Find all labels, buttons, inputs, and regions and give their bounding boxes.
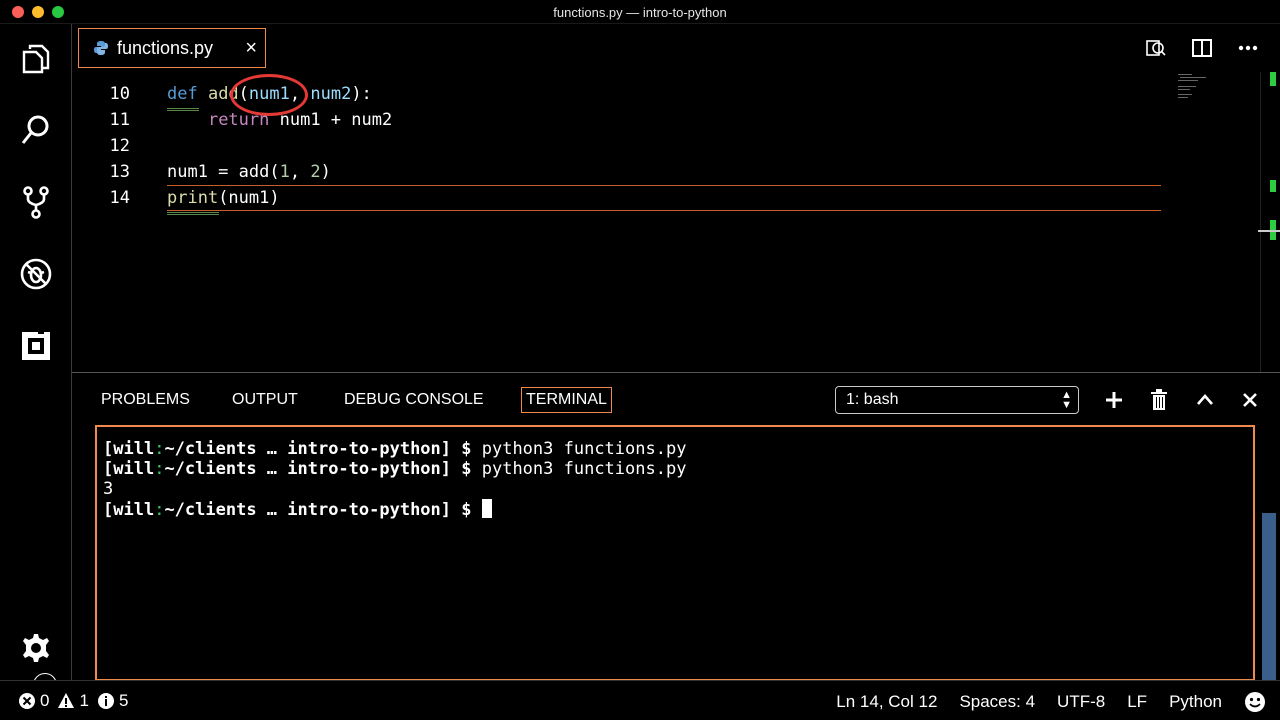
source-control-icon (23, 186, 49, 219)
code-line[interactable]: 14 print(num1) (72, 185, 1162, 211)
terminal-cursor (481, 499, 492, 518)
close-icon (1243, 393, 1257, 407)
tab-functions-py[interactable]: functions.py × (78, 28, 266, 68)
title-bar: functions.py — intro-to-python (0, 0, 1280, 24)
terminal-select[interactable]: 1: bash ▲ ▼ (835, 386, 1079, 414)
terminal-line: [will:~/clients … intro-to-python] $ pyt… (103, 459, 687, 479)
close-panel-button[interactable] (1239, 389, 1261, 411)
line-number: 12 (109, 136, 130, 156)
code-line[interactable]: 12 (72, 133, 1162, 159)
maximize-panel-button[interactable] (1194, 389, 1216, 411)
tab-problems[interactable]: PROBLEMS (101, 391, 190, 409)
terminal-line: 3 (103, 479, 114, 499)
settings-button[interactable] (16, 628, 56, 668)
error-count: 0 (40, 691, 50, 710)
terminal-line: [will:~/clients … intro-to-python] $ (103, 499, 1247, 520)
terminal-output[interactable]: [will:~/clients … intro-to-python] $ pyt… (95, 425, 1255, 681)
activity-bar: 1 (0, 24, 72, 697)
select-arrows-icon: ▲ ▼ (1061, 389, 1072, 411)
tab-close-button[interactable]: × (245, 37, 257, 59)
code-editor[interactable]: 10 def add(num1, num2): 11 return num1 +… (72, 72, 1280, 372)
code-line[interactable]: 11 return num1 + num2 (72, 107, 1162, 133)
warning-icon (57, 692, 75, 710)
minimap[interactable] (1176, 72, 1224, 102)
end-of-line[interactable]: LF (1127, 692, 1147, 712)
warning-count: 1 (79, 691, 89, 710)
terminal-scrollbar[interactable] (1262, 513, 1276, 681)
search-icon (21, 115, 49, 144)
compare-icon (1146, 40, 1166, 56)
bottom-panel: PROBLEMS OUTPUT DEBUG CONSOLE TERMINAL 1… (72, 372, 1280, 681)
split-editor-button[interactable] (1190, 36, 1214, 60)
debug-icon (20, 258, 52, 290)
git-change-marker (1270, 180, 1276, 192)
tab-terminal[interactable]: TERMINAL (521, 387, 612, 413)
encoding[interactable]: UTF-8 (1057, 692, 1105, 712)
split-editor-icon (1192, 39, 1212, 57)
debug-button[interactable] (16, 254, 56, 294)
line-number: 13 (109, 162, 130, 182)
code-line[interactable]: 13 num1 = add(1, 2) (72, 159, 1162, 185)
gear-icon (23, 634, 49, 662)
terminal-select-value: 1: bash (846, 391, 899, 408)
explorer-button[interactable] (16, 38, 56, 78)
tab-label: functions.py (117, 37, 214, 58)
error-icon (18, 692, 36, 710)
python-file-icon (94, 41, 108, 55)
ellipsis-icon (1238, 45, 1258, 51)
code-text: num1 = add(1, 2) (167, 162, 331, 182)
search-button[interactable] (16, 110, 56, 150)
info-count: 5 (118, 691, 129, 710)
code-text: print(num1) (167, 188, 280, 208)
cursor-position[interactable]: Ln 14, Col 12 (836, 692, 937, 712)
line-number: 14 (109, 188, 130, 208)
tab-output[interactable]: OUTPUT (232, 391, 298, 409)
lint-underline (167, 212, 219, 215)
editor-scrollbar[interactable] (1258, 72, 1280, 372)
terminal-line: [will:~/clients … intro-to-python] $ pyt… (103, 439, 687, 459)
trash-icon (1151, 389, 1167, 410)
extensions-icon (22, 330, 50, 360)
code-text: return num1 + num2 (207, 110, 393, 130)
info-icon (97, 692, 115, 710)
indentation[interactable]: Spaces: 4 (959, 692, 1035, 712)
editor-actions (1144, 36, 1260, 60)
git-change-marker (1270, 72, 1276, 86)
files-icon (22, 44, 50, 74)
open-changes-button[interactable] (1144, 36, 1168, 60)
extensions-button[interactable] (16, 326, 56, 366)
plus-icon (1106, 392, 1122, 408)
feedback-smiley-icon[interactable] (1244, 691, 1266, 713)
problems-summary[interactable]: 0 1 5 (18, 691, 128, 711)
scroll-position-marker (1258, 230, 1280, 232)
kill-terminal-button[interactable] (1148, 389, 1170, 411)
language-mode[interactable]: Python (1169, 692, 1222, 712)
window-title: functions.py — intro-to-python (553, 5, 727, 20)
chevron-up-icon (1197, 394, 1213, 405)
line-number: 11 (109, 110, 130, 130)
new-terminal-button[interactable] (1103, 389, 1125, 411)
tab-bar: functions.py × (72, 24, 1280, 72)
status-bar: 0 1 5 Ln 14, Col 12 Spaces: 4 UTF-8 LF P… (0, 680, 1280, 720)
status-right: Ln 14, Col 12 Spaces: 4 UTF-8 LF Python (836, 691, 1266, 713)
line-number: 10 (109, 84, 130, 104)
source-control-button[interactable] (16, 182, 56, 222)
tab-debug-console[interactable]: DEBUG CONSOLE (344, 391, 484, 409)
more-actions-button[interactable] (1236, 36, 1260, 60)
